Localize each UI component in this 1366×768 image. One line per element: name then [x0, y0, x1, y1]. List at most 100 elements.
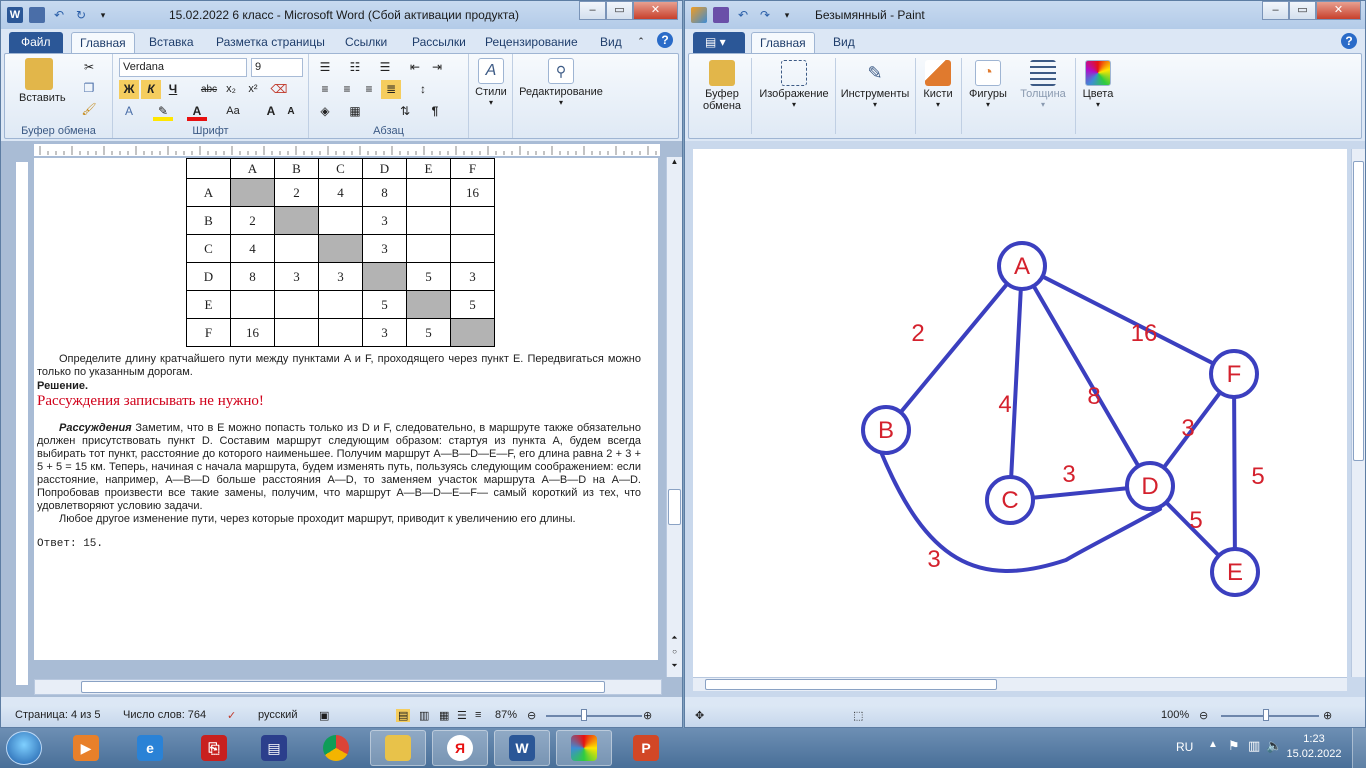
increase-indent-icon[interactable]: ⇥	[427, 58, 447, 77]
styles-button[interactable]: A Стили ▾	[473, 58, 509, 107]
bullets-icon[interactable]: ☰	[315, 58, 335, 77]
page-counter[interactable]: Страница: 4 из 5	[15, 709, 101, 721]
paint-zoom-out-icon[interactable]: ⊖	[1199, 709, 1208, 722]
highlight-icon[interactable]: ✎	[153, 102, 173, 121]
proofing-icon[interactable]: ✓	[227, 709, 236, 722]
browse-object-icon[interactable]: ○	[667, 647, 682, 661]
paint-clipboard-button[interactable]: Буфер обмена	[695, 60, 749, 112]
subscript-button[interactable]: x₂	[221, 80, 241, 99]
align-center-icon[interactable]: ≡	[337, 80, 357, 99]
qat-dropdown-icon[interactable]: ▾	[95, 7, 111, 23]
save-icon[interactable]	[29, 7, 45, 23]
taskbar-explorer[interactable]	[370, 730, 426, 766]
vertical-ruler[interactable]	[15, 161, 29, 686]
taskbar-yandex[interactable]: Я	[432, 730, 488, 766]
underline-button[interactable]: Ч	[163, 80, 183, 99]
help-icon[interactable]: ?	[657, 32, 673, 48]
change-case-icon[interactable]: Aa	[223, 102, 243, 121]
paint-canvas[interactable]	[693, 149, 1347, 677]
paint-minimize-button[interactable]: –	[1262, 1, 1289, 20]
align-right-icon[interactable]: ≡	[359, 80, 379, 99]
print-layout-icon[interactable]: ▤	[396, 709, 411, 722]
paint-vscroll[interactable]	[1351, 149, 1365, 677]
taskbar-powerpoint[interactable]: P	[618, 730, 674, 766]
editing-button[interactable]: ⚲ Редактирование ▾	[517, 58, 605, 107]
volume-icon[interactable]: 🔈	[1266, 738, 1282, 754]
paint-vscroll-thumb[interactable]	[1353, 161, 1364, 461]
taskbar-ie[interactable]: e	[122, 730, 178, 766]
macro-icon[interactable]: ▣	[319, 709, 329, 722]
superscript-button[interactable]: x²	[243, 80, 263, 99]
network-icon[interactable]: ▥	[1248, 738, 1260, 754]
tab-review[interactable]: Рецензирование	[477, 32, 586, 53]
taskbar-documents[interactable]: ▤	[246, 730, 302, 766]
prev-page-icon[interactable]: ⏶	[667, 633, 682, 647]
paint-help-icon[interactable]: ?	[1341, 33, 1357, 49]
tab-mailings[interactable]: Рассылки	[404, 32, 474, 53]
paint-tools-button[interactable]: ✎ Инструменты ▾	[837, 60, 913, 109]
font-name-box[interactable]: Verdana	[119, 58, 247, 77]
hscroll-thumb[interactable]	[81, 681, 605, 693]
fullscreen-reading-icon[interactable]: ▥	[419, 709, 429, 722]
paint-image-button[interactable]: Изображение ▾	[755, 60, 833, 109]
paint-qat-dropdown-icon[interactable]: ▾	[779, 7, 795, 23]
text-effects-icon[interactable]: A	[119, 102, 139, 121]
italic-button[interactable]: К	[141, 80, 161, 99]
paint-app-icon[interactable]	[691, 7, 707, 23]
copy-icon[interactable]: ❐	[79, 79, 99, 98]
grow-font-icon[interactable]: A	[261, 102, 281, 121]
sort-icon[interactable]: ⇅	[395, 102, 415, 121]
paste-button[interactable]: Вставить	[19, 58, 66, 104]
word-count[interactable]: Число слов: 764	[123, 709, 206, 721]
input-language[interactable]: RU	[1176, 740, 1193, 754]
multilevel-list-icon[interactable]: ☰	[375, 58, 395, 77]
draft-icon[interactable]: ≡	[475, 709, 481, 721]
paint-save-icon[interactable]	[713, 7, 729, 23]
paint-maximize-button[interactable]: ▭	[1289, 1, 1316, 20]
scroll-thumb[interactable]	[668, 489, 681, 525]
paint-hscroll[interactable]	[693, 677, 1347, 691]
paint-redo-icon[interactable]: ↷	[757, 7, 773, 23]
paint-shapes-button[interactable]: ◔ Фигуры ▾	[965, 60, 1011, 109]
paint-tab-home[interactable]: Главная	[751, 32, 815, 53]
tab-view[interactable]: Вид	[592, 32, 630, 53]
word-app-icon[interactable]: W	[7, 7, 23, 23]
document-page[interactable]: A B C D E F A 2 4 8 16 B 2 3 C 4 3 D 8 3 3 5 3 E 5 5 F 16 3 5 Определ…	[34, 158, 658, 660]
shrink-font-icon[interactable]: A	[281, 102, 301, 121]
justify-icon[interactable]: ≣	[381, 80, 401, 99]
maximize-button[interactable]: ▭	[606, 1, 633, 20]
next-page-icon[interactable]: ⏷	[667, 661, 682, 675]
paint-undo-icon[interactable]: ↶	[735, 7, 751, 23]
taskbar-chrome[interactable]	[308, 730, 364, 766]
paint-menu-button[interactable]: ▤ ▾	[693, 32, 745, 53]
line-spacing-icon[interactable]: ↕	[413, 80, 433, 99]
undo-icon[interactable]: ↶	[51, 7, 67, 23]
paint-colors-button[interactable]: Цвета ▾	[1077, 60, 1119, 109]
taskbar-media-player[interactable]: ▶	[58, 730, 114, 766]
ribbon-collapse-icon[interactable]: ⌃	[633, 33, 649, 49]
zoom-slider[interactable]	[546, 715, 642, 717]
taskbar-pdf[interactable]: ⎘	[186, 730, 242, 766]
cut-icon[interactable]: ✂	[79, 58, 99, 77]
vertical-scrollbar[interactable]: ▲ ⏶ ○ ⏷	[666, 157, 682, 677]
paint-zoom-slider-thumb[interactable]	[1263, 709, 1269, 721]
decrease-indent-icon[interactable]: ⇤	[405, 58, 425, 77]
format-painter-icon[interactable]: 🖌	[79, 100, 99, 119]
paint-hscroll-thumb[interactable]	[705, 679, 997, 690]
bold-button[interactable]: Ж	[119, 80, 139, 99]
taskbar-paint[interactable]	[556, 730, 612, 766]
paint-brushes-button[interactable]: Кисти ▾	[917, 60, 959, 109]
tab-file[interactable]: Файл	[9, 32, 63, 53]
zoom-level[interactable]: 87%	[495, 709, 517, 721]
tab-home[interactable]: Главная	[71, 32, 135, 53]
paint-zoom-level[interactable]: 100%	[1161, 709, 1189, 721]
redo-icon[interactable]: ↻	[73, 7, 89, 23]
paint-zoom-in-icon[interactable]: ⊕	[1323, 709, 1332, 722]
horizontal-ruler[interactable]	[33, 143, 661, 157]
language-indicator[interactable]: русский	[258, 709, 297, 721]
paint-close-button[interactable]: ✕	[1316, 1, 1361, 20]
tab-references[interactable]: Ссылки	[337, 32, 395, 53]
paint-thickness-button[interactable]: Толщина ▾	[1015, 60, 1071, 109]
scroll-up-icon[interactable]: ▲	[667, 157, 682, 171]
font-color-icon[interactable]: A	[187, 102, 207, 121]
